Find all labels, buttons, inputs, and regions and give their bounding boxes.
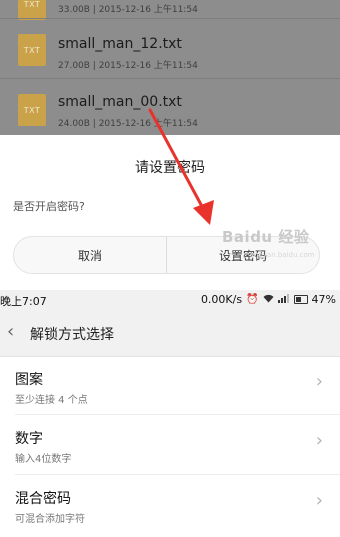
option-pattern[interactable]: 图案 至少连接 4 个点 ›: [0, 357, 340, 417]
battery-level: 47%: [311, 293, 336, 306]
chevron-right-icon: ›: [315, 371, 323, 392]
network-speed: 0.00K/s: [200, 293, 243, 306]
alarm-icon: ⏰: [246, 294, 259, 305]
page-title: 解锁方式选择: [30, 327, 114, 343]
option-subtitle: 可混合添加字符: [15, 514, 85, 525]
option-title: 图案: [15, 372, 43, 388]
wifi-icon: [263, 294, 274, 306]
option-title: 混合密码: [15, 491, 71, 507]
back-arrow-icon[interactable]: ‹: [7, 321, 14, 342]
status-time: 晚上7:07: [0, 295, 47, 308]
option-subtitle: 至少连接 4 个点: [15, 395, 88, 406]
option-mixed-password[interactable]: 混合密码 可混合添加字符 ›: [0, 475, 340, 535]
option-subtitle: 输入4位数字: [15, 454, 72, 465]
chevron-right-icon: ›: [315, 490, 323, 511]
nav-bar: ‹ 解锁方式选择: [0, 310, 340, 357]
file-manager-screen: TXT 33.00B | 2015-12-16 上午11:54 TXT smal…: [0, 0, 340, 290]
signal-icon: [277, 293, 290, 306]
option-pin[interactable]: 数字 输入4位数字 ›: [0, 415, 340, 475]
status-bar: 晚上7:07 0.00K/s ⏰ 47%: [0, 290, 340, 310]
battery-icon: [293, 295, 308, 304]
option-title: 数字: [15, 431, 43, 447]
red-arrow-annotation: [148, 108, 214, 225]
chevron-right-icon: ›: [315, 430, 323, 451]
